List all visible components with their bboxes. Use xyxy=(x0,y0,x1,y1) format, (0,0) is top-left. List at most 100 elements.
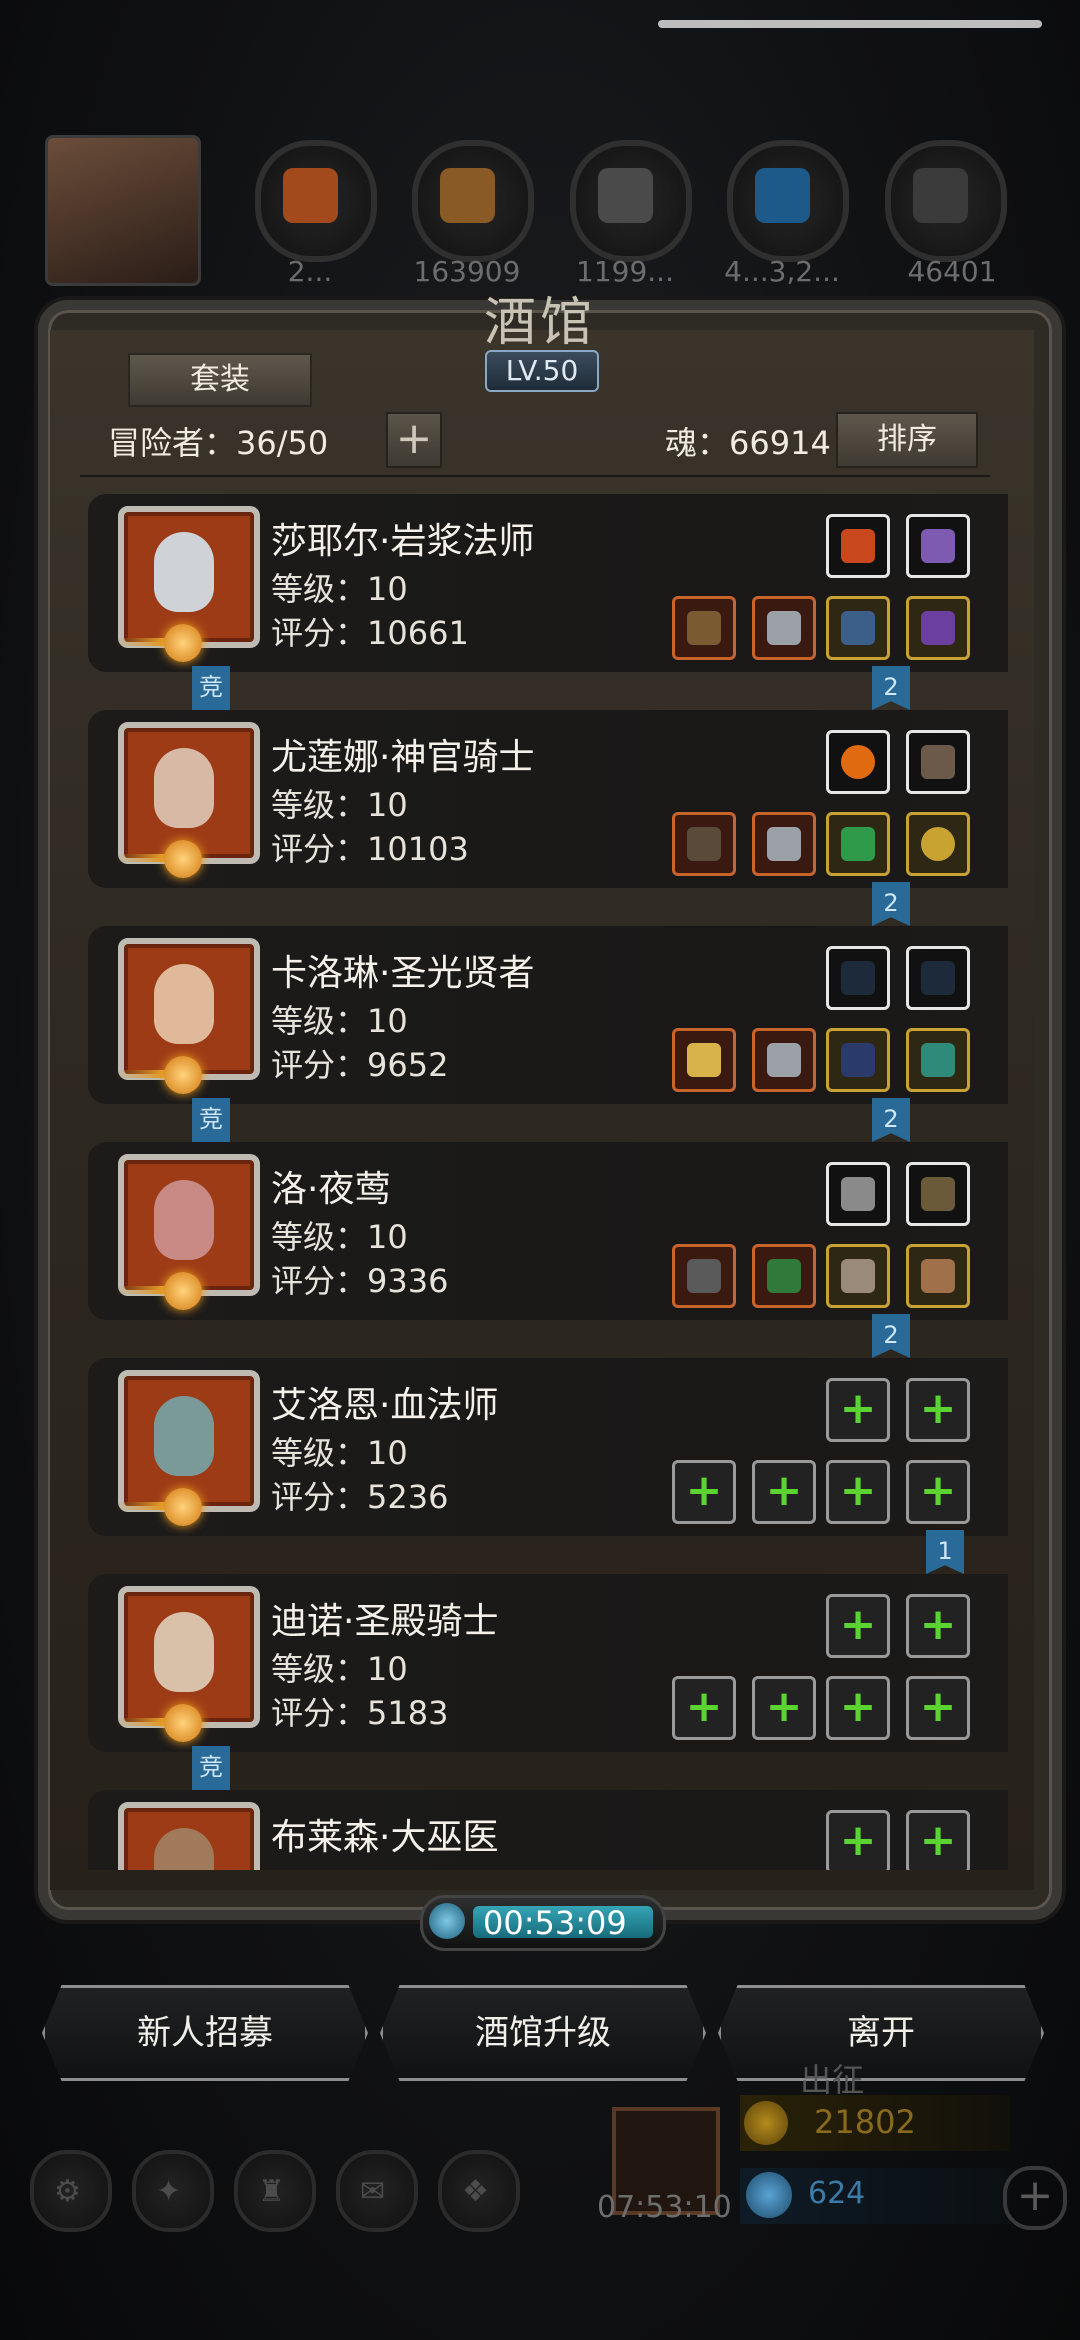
star-tag: 1 xyxy=(926,1530,964,1574)
tavern-level-badge: LV.50 xyxy=(485,350,599,392)
armor-slot[interactable] xyxy=(752,812,816,876)
rank-emblem-icon xyxy=(116,1704,226,1744)
hero-card[interactable]: 艾洛恩·血法师 等级：10 评分：5236 + + + + + + xyxy=(88,1358,1008,1536)
star-tag: 2 xyxy=(872,882,910,926)
plus-icon: + xyxy=(919,1599,957,1650)
hero-level: 等级：10 xyxy=(271,570,408,608)
ring-slot[interactable] xyxy=(906,596,970,660)
resource-meat-icon xyxy=(255,140,377,262)
empty-ring-slot[interactable]: + xyxy=(906,1460,970,1524)
skill-slot[interactable] xyxy=(906,946,970,1010)
leave-button[interactable]: 离开 xyxy=(718,1985,1044,2081)
plus-icon: + xyxy=(685,1681,723,1732)
gold-coin-icon xyxy=(744,2101,788,2145)
player-avatar[interactable] xyxy=(45,135,201,286)
upgrade-tavern-button[interactable]: 酒馆升级 xyxy=(380,1985,706,2081)
empty-armor-slot[interactable]: + xyxy=(752,1676,816,1740)
timer-text: 00:53:09 xyxy=(483,1904,627,1942)
refresh-icon xyxy=(429,1903,465,1939)
hero-card[interactable]: 尤莲娜·神官骑士 等级：10 评分：10103 xyxy=(88,710,1008,888)
skill-slot[interactable] xyxy=(826,730,890,794)
empty-skill-slot[interactable]: + xyxy=(906,1810,970,1870)
hero-list[interactable]: 莎耶尔·岩浆法师 等级：10 评分：10661 竞 2 尤莲娜·神官骑士 等级：… xyxy=(80,480,1010,1870)
plus-icon: + xyxy=(765,1681,803,1732)
soul-count: 魂：66914 xyxy=(665,424,831,462)
home-indicator xyxy=(658,20,1042,28)
hero-level: 等级：10 xyxy=(271,1218,408,1256)
weapon-slot[interactable] xyxy=(672,1028,736,1092)
arena-tag: 竞 xyxy=(192,666,230,710)
arena-tag: 竞 xyxy=(192,1746,230,1790)
skill-slot[interactable] xyxy=(826,946,890,1010)
plus-icon: + xyxy=(839,1599,877,1650)
armor-slot[interactable] xyxy=(752,1244,816,1308)
plus-icon: + xyxy=(839,1681,877,1732)
hero-card[interactable]: 洛·夜莺 等级：10 评分：9336 xyxy=(88,1142,1008,1320)
skill-slot[interactable] xyxy=(826,1162,890,1226)
skill-slot[interactable] xyxy=(826,514,890,578)
weapon-slot[interactable] xyxy=(672,812,736,876)
empty-weapon-slot[interactable]: + xyxy=(672,1460,736,1524)
hero-level: 等级：10 xyxy=(271,1434,408,1472)
hero-card[interactable]: 布莱森·大巫医 + + xyxy=(88,1790,1008,1870)
empty-skill-slot[interactable]: + xyxy=(906,1594,970,1658)
hero-card[interactable]: 莎耶尔·岩浆法师 等级：10 评分：10661 xyxy=(88,494,1008,672)
star-tag: 2 xyxy=(872,1314,910,1358)
add-slot-button[interactable]: + xyxy=(386,412,442,468)
weapon-slot[interactable] xyxy=(672,596,736,660)
skill-slot[interactable] xyxy=(906,730,970,794)
empty-skill-slot[interactable]: + xyxy=(906,1378,970,1442)
hero-score: 评分：9336 xyxy=(271,1262,449,1300)
hero-card[interactable]: 迪诺·圣殿骑士 等级：10 评分：5183 + + + + + + xyxy=(88,1574,1008,1752)
hero-name: 卡洛琳·圣光贤者 xyxy=(271,953,535,994)
plus-icon: + xyxy=(919,1383,957,1434)
recruit-button[interactable]: 新人招募 xyxy=(42,1985,368,2081)
hero-name: 迪诺·圣殿骑士 xyxy=(271,1601,499,1642)
empty-ring-slot[interactable]: + xyxy=(906,1676,970,1740)
hero-menu-icon[interactable]: ✦ xyxy=(132,2150,214,2232)
hero-level: 等级：10 xyxy=(271,786,408,824)
gem-icon xyxy=(746,2172,792,2218)
resource-stone-icon xyxy=(570,140,692,262)
castle-icon[interactable]: ♜ xyxy=(234,2150,316,2232)
empty-weapon-slot[interactable]: + xyxy=(672,1676,736,1740)
sort-button[interactable]: 排序 xyxy=(836,412,978,468)
armor-slot[interactable] xyxy=(752,1028,816,1092)
empty-accessory-slot[interactable]: + xyxy=(826,1676,890,1740)
empty-skill-slot[interactable]: + xyxy=(826,1810,890,1870)
map-icon[interactable]: ❖ xyxy=(438,2150,520,2232)
accessory-slot[interactable] xyxy=(826,1244,890,1308)
plus-icon: + xyxy=(685,1465,723,1516)
skill-slot[interactable] xyxy=(906,1162,970,1226)
add-currency-button[interactable]: + xyxy=(1003,2166,1067,2230)
empty-skill-slot[interactable]: + xyxy=(826,1378,890,1442)
resource-wood-icon xyxy=(412,140,534,262)
accessory-slot[interactable] xyxy=(826,1028,890,1092)
adventurer-count: 冒险者：36/50 xyxy=(108,424,329,462)
ring-slot[interactable] xyxy=(906,812,970,876)
empty-armor-slot[interactable]: + xyxy=(752,1460,816,1524)
skill-slot[interactable] xyxy=(906,514,970,578)
ring-slot[interactable] xyxy=(906,1028,970,1092)
rank-emblem-icon xyxy=(116,1488,226,1528)
plus-icon: + xyxy=(839,1465,877,1516)
hero-card[interactable]: 卡洛琳·圣光贤者 等级：10 评分：9652 xyxy=(88,926,1008,1104)
rank-emblem-icon xyxy=(116,1056,226,1096)
plus-icon: + xyxy=(839,1383,877,1434)
hero-name: 洛·夜莺 xyxy=(271,1169,391,1210)
boots-slot[interactable] xyxy=(906,1244,970,1308)
armor-slot[interactable] xyxy=(752,596,816,660)
arena-tag: 竞 xyxy=(192,1098,230,1142)
hero-name: 艾洛恩·血法师 xyxy=(271,1385,499,1426)
weapon-slot[interactable] xyxy=(672,1244,736,1308)
empty-skill-slot[interactable]: + xyxy=(826,1594,890,1658)
accessory-slot[interactable] xyxy=(826,596,890,660)
accessory-slot[interactable] xyxy=(826,812,890,876)
gem-value: 624 xyxy=(808,2176,866,2211)
settings-icon[interactable]: ⚙ xyxy=(30,2150,112,2232)
gold-value: 21802 xyxy=(814,2103,916,2141)
suit-button[interactable]: 套装 xyxy=(128,353,312,407)
mail-icon[interactable]: ✉ xyxy=(336,2150,418,2232)
hero-portrait xyxy=(118,1802,260,1870)
empty-accessory-slot[interactable]: + xyxy=(826,1460,890,1524)
